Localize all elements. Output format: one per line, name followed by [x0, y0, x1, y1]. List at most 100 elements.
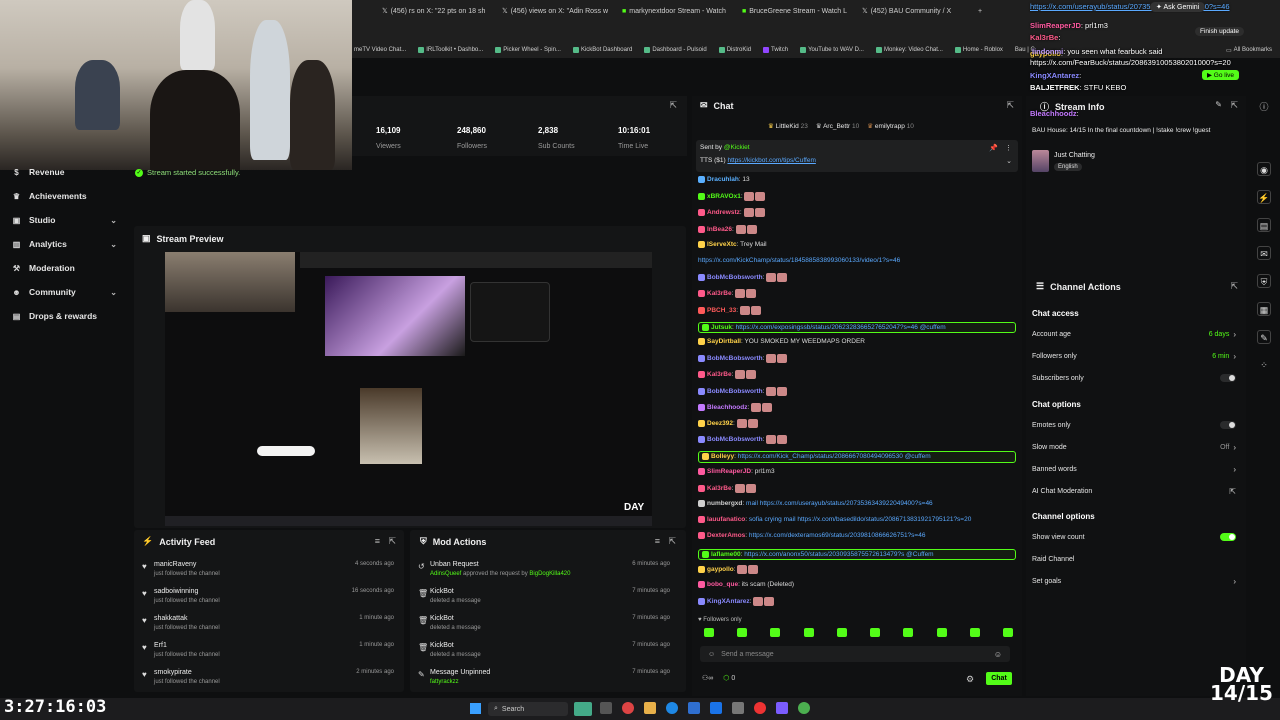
bookmark[interactable]: Monkey: Video Chat... — [875, 47, 943, 53]
chat-username[interactable]: DexterAmos — [707, 533, 745, 540]
chat-message[interactable]: Kal3rBe: — [698, 289, 1016, 299]
chat-message[interactable]: KingXAntarez: — [698, 597, 1016, 607]
browser-tab[interactable]: 𝕏 (456) views on X: "Adin Ross w — [502, 3, 620, 19]
sidebar-item-achievements[interactable]: ♛ Achievements — [0, 184, 125, 208]
chat-message[interactable]: Dracuhlah: 13 — [698, 176, 1016, 183]
chat-message[interactable]: lauufanatico: sofia crying mail https://… — [698, 516, 1016, 523]
chat-message[interactable]: xBRAVOx1: — [698, 192, 1016, 202]
emotes-only-toggle[interactable] — [1220, 421, 1236, 429]
chat-message[interactable]: numbergxd: mail https://x.com/userayub/s… — [698, 500, 1016, 507]
chat-message[interactable]: DexterAmos: https://x.com/dexteramos69/s… — [698, 532, 1016, 540]
chat-input[interactable]: ☺ Send a message ☺ — [700, 646, 1010, 662]
taskbar-app-icon[interactable] — [754, 702, 766, 714]
bookmark[interactable]: IRLToolkit • Dashbo... — [418, 47, 483, 53]
sidebar-item-moderation[interactable]: ⚒ Moderation — [0, 256, 125, 280]
filter-icon[interactable]: ≡ — [655, 536, 660, 546]
emote-icon[interactable] — [803, 628, 814, 637]
chat-username[interactable]: Kal3rBe — [707, 372, 732, 379]
taskbar-app-icon[interactable] — [798, 702, 810, 714]
camera-icon[interactable]: ◉ — [1257, 162, 1271, 176]
chat-username[interactable]: Bolleyy — [711, 454, 734, 461]
shield-icon[interactable]: ⛨ — [1257, 274, 1271, 288]
browser-tab[interactable]: 𝕏 (456) rs on X: "22 pts on 18 sh — [382, 3, 500, 19]
emote-icon[interactable] — [903, 628, 914, 637]
popout-icon[interactable]: ⇱ — [669, 100, 677, 111]
bookmark[interactable]: KickBot Dashboard — [572, 47, 632, 53]
taskbar-app-icon[interactable] — [688, 702, 700, 714]
popout-icon[interactable]: ⇱ — [1230, 281, 1238, 292]
raid-channel-row[interactable]: Raid Channel — [1032, 549, 1236, 569]
chat-username[interactable]: Kal3rBe — [707, 291, 732, 298]
chat-username[interactable]: Dracuhlah — [707, 176, 739, 183]
sidebar-item-community[interactable]: ☻ Community ⌄ — [0, 280, 125, 304]
emote-icon[interactable] — [936, 628, 947, 637]
set-goals-row[interactable]: Set goals › — [1032, 571, 1236, 591]
chat-message[interactable]: Kal3rBe: — [698, 370, 1016, 380]
chat-message[interactable]: laflame00: https://x.com/anonx50/status/… — [698, 548, 1016, 560]
chat-message[interactable]: SlimReaperJD: prl1m3 — [698, 467, 1016, 475]
wrench-icon[interactable]: ✎ — [1257, 330, 1271, 344]
chat-message[interactable]: BobMcBobsworth: — [698, 273, 1016, 283]
pinned-message[interactable]: Sent by @Kickiet TTS ($1) https://kickbo… — [696, 140, 1018, 172]
chat-username[interactable]: numbergxd — [707, 500, 742, 507]
chat-username[interactable]: lServeXtc — [707, 241, 737, 248]
chat-username[interactable]: bobo_que — [707, 581, 738, 588]
popout-icon[interactable]: ⇱ — [668, 536, 676, 547]
chat-username[interactable]: BobMcBobsworth — [707, 274, 763, 281]
account-age-row[interactable]: Account age 6 days › — [1032, 324, 1236, 344]
chat-username[interactable]: Kal3rBe — [707, 485, 732, 492]
ask-gemini-button[interactable]: ✦ Ask Gemini — [1150, 2, 1206, 12]
chat-username[interactable]: xBRAVOx1 — [707, 193, 741, 200]
stream-preview-video[interactable]: DAY — [165, 252, 652, 526]
sidebar-item-analytics[interactable]: ▥ Analytics ⌄ — [0, 232, 125, 256]
browser-tab[interactable]: 𝕏 (452) BAU Community / X — [862, 3, 980, 19]
taskbar-app-icon[interactable] — [710, 702, 722, 714]
taskbar-search[interactable]: ⌕ Search — [488, 702, 568, 716]
emote-icon[interactable] — [836, 628, 847, 637]
chat-message[interactable]: lnBea26: — [698, 224, 1016, 234]
popout-icon[interactable]: ⇱ — [388, 536, 396, 547]
chat-message[interactable]: Andrewstz: — [698, 208, 1016, 218]
category-name[interactable]: Just Chatting — [1054, 152, 1095, 159]
chat-username[interactable]: Jutsuk — [711, 324, 732, 331]
taskbar-app-icon[interactable] — [732, 702, 744, 714]
emote-icon[interactable] — [969, 628, 980, 637]
document-icon[interactable]: ▤ — [1257, 218, 1271, 232]
finish-update-button[interactable]: Finish update — [1195, 27, 1245, 36]
sidebar-item-drops[interactable]: ▤ Drops & rewards — [0, 304, 125, 328]
chat-username[interactable]: lauufanatico — [707, 516, 745, 523]
sidebar-item-studio[interactable]: ▣ Studio ⌄ — [0, 208, 125, 232]
emote-icon[interactable] — [870, 628, 881, 637]
chat-username[interactable]: Bleachhoodz — [707, 404, 747, 411]
chat-message[interactable]: BobMcBobsworth: — [698, 354, 1016, 364]
new-tab-button[interactable]: + — [978, 3, 990, 19]
bookmark[interactable]: Twitch — [763, 47, 788, 53]
bookmark[interactable]: Home - Roblox — [954, 47, 1003, 53]
chat-message[interactable]: BobMcBobsworth: — [698, 435, 1016, 445]
chat-message[interactable]: Bleachhoodz: — [698, 402, 1016, 412]
popout-icon[interactable]: ⇱ — [1006, 100, 1014, 111]
chat-username[interactable]: gaypollo — [707, 566, 734, 573]
banned-words-row[interactable]: Banned words › — [1032, 459, 1236, 479]
filter-icon[interactable]: ≡ — [375, 536, 380, 546]
bookmark[interactable]: DistroKid — [718, 47, 751, 53]
apps-icon[interactable]: ⁘ — [1257, 358, 1271, 372]
chat-message[interactable]: https://x.com/KickChamp/status/184588583… — [698, 257, 1016, 264]
chat-message[interactable]: SayDirtball: YOU SMOKED MY WEEDMAPS ORDE… — [698, 338, 1016, 345]
chat-username[interactable]: laflame00 — [711, 551, 741, 558]
emote-icon[interactable] — [737, 628, 748, 637]
send-chat-button[interactable]: Chat — [986, 672, 1012, 685]
chat-message[interactable]: Bolleyy: https://x.com/Kick_Champ/status… — [698, 451, 1016, 463]
pinned-link[interactable]: https://kickbot.com/tips/Cuffem — [727, 157, 815, 164]
users-icon[interactable]: ⚇∞ — [702, 674, 713, 682]
taskbar-app-icon[interactable] — [666, 702, 678, 714]
bookmark[interactable]: YouTube to WAV D... — [800, 47, 864, 53]
chat-username[interactable]: Andrewstz — [707, 210, 740, 217]
settings-gear-icon[interactable]: ⚙ — [966, 674, 974, 685]
pin-icon[interactable]: 📌 — [989, 144, 998, 152]
chat-message[interactable]: Kal3rBe: — [698, 483, 1016, 493]
chat-username[interactable]: BobMcBobsworth — [707, 388, 763, 395]
chat-username[interactable]: Deez392 — [707, 420, 733, 427]
chat-username[interactable]: KingXAntarez — [707, 598, 750, 605]
chat-username[interactable]: lnBea26 — [707, 226, 732, 233]
